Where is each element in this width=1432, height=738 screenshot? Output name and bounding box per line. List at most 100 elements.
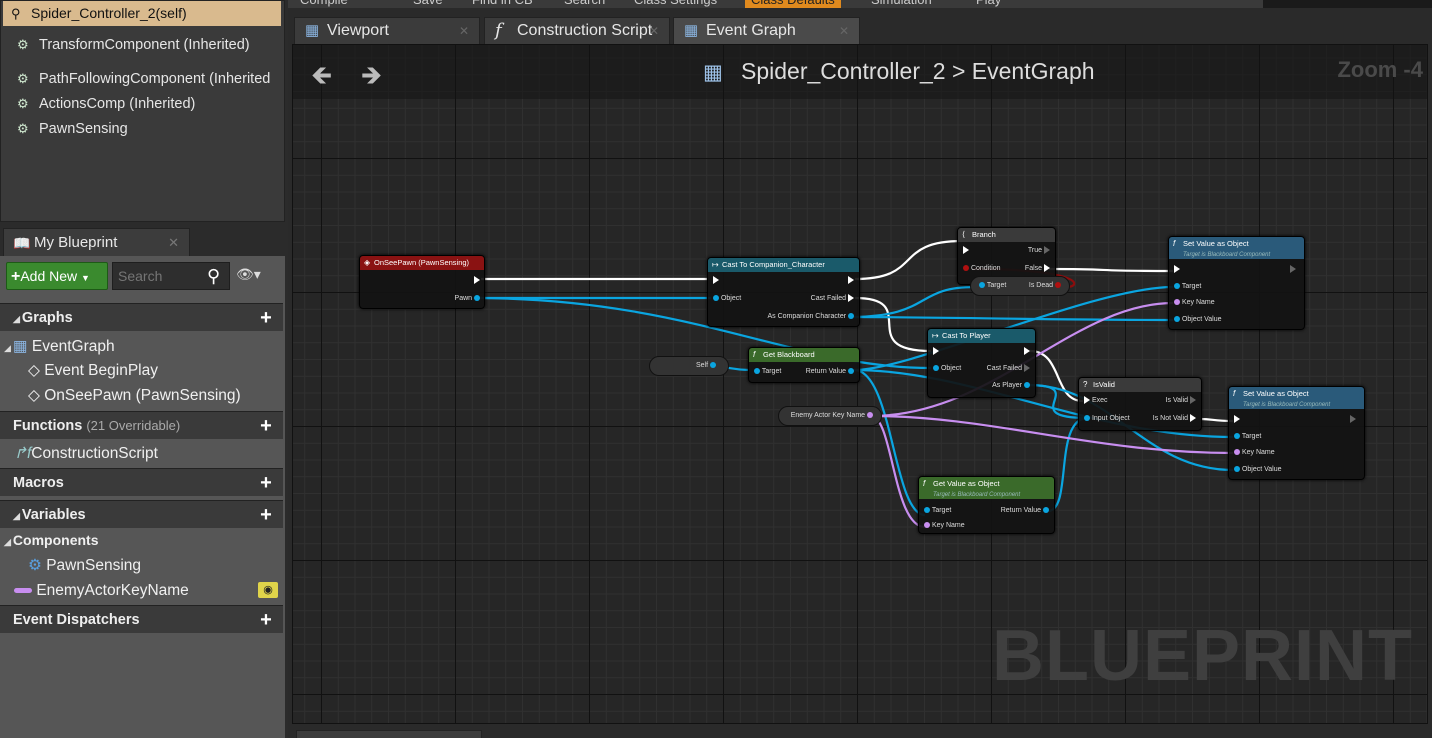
pin-return-value[interactable]: Return Value xyxy=(806,367,854,377)
graph-item-eventgraph[interactable]: ◢ ▦ EventGraph xyxy=(4,334,115,359)
exec-out-pin[interactable] xyxy=(1350,415,1356,425)
pin-object-value[interactable]: Object Value xyxy=(1234,465,1282,475)
add-new-button[interactable]: +Add New ▼ xyxy=(6,262,108,290)
pin-object[interactable]: Object xyxy=(713,294,741,304)
variable-item-enemyactorkeyname[interactable]: EnemyActorKeyName xyxy=(14,578,189,603)
pin-key-name[interactable]: Key Name xyxy=(924,521,965,531)
event-graph-canvas[interactable]: 🡸 🡺 ▦ Spider_Controller_2 > EventGraph Zo… xyxy=(292,44,1428,724)
function-item[interactable]: ↱fConstructionScript xyxy=(14,441,158,466)
plus-icon[interactable]: + xyxy=(257,416,275,436)
exec-in-pin[interactable] xyxy=(713,276,719,286)
pin-cast-failed[interactable]: Cast Failed xyxy=(811,294,854,304)
node-isvalid[interactable]: ? IsValid Exec Is Valid Input Object Is N… xyxy=(1078,377,1202,431)
pin-is-dead[interactable]: Is Dead xyxy=(1029,277,1061,295)
node-is-dead[interactable]: Target Is Dead xyxy=(970,276,1070,296)
tab-compiler-results[interactable] xyxy=(296,730,482,738)
pin-object[interactable]: Object xyxy=(933,364,961,374)
pin-input-object[interactable]: Input Object xyxy=(1084,414,1130,424)
component-self-row[interactable]: ⚲ Spider_Controller_2(self) xyxy=(3,1,281,26)
node-get-blackboard[interactable]: f Get Blackboard Target Return Value xyxy=(748,347,860,383)
plus-icon[interactable]: + xyxy=(257,505,275,525)
node-enemy-actor-key-name[interactable]: Enemy Actor Key Name xyxy=(778,406,882,426)
pin-is-valid[interactable]: Is Valid xyxy=(1166,396,1196,406)
pin-as-player[interactable]: As Player xyxy=(992,381,1030,391)
node-self[interactable]: Self xyxy=(649,356,729,376)
component-item[interactable]: ⚙ ActionsComp (Inherited) xyxy=(17,93,195,115)
close-icon[interactable]: ✕ xyxy=(459,18,469,44)
node-set-value-1[interactable]: f Set Value as Object Target is Blackboard… xyxy=(1168,236,1305,330)
tab-construction-script[interactable]: f Construction Script ✕ xyxy=(484,17,670,44)
pin-cast-failed[interactable]: Cast Failed xyxy=(987,364,1030,374)
component-item[interactable]: ⚙ PathFollowingComponent (Inherited xyxy=(17,68,270,90)
plus-icon[interactable]: + xyxy=(257,610,275,630)
pin-pawn[interactable]: Pawn xyxy=(455,294,480,304)
pin-return-value[interactable]: Return Value xyxy=(1001,506,1049,516)
graph-item-beginplay[interactable]: ◇ Event BeginPlay xyxy=(28,358,158,383)
pin-is-not-valid[interactable]: Is Not Valid xyxy=(1153,414,1196,424)
exec-in-pin[interactable] xyxy=(1174,265,1180,275)
save-button[interactable]: Save xyxy=(413,0,443,8)
close-icon[interactable]: ✕ xyxy=(839,18,849,44)
variable-item-pawnsensing[interactable]: ⚙ PawnSensing xyxy=(28,553,141,578)
plus-icon[interactable]: + xyxy=(257,308,275,328)
function-icon: f xyxy=(753,350,756,359)
close-icon[interactable]: ✕ xyxy=(649,18,659,44)
exec-in-pin[interactable] xyxy=(1234,415,1240,425)
pin-exec[interactable]: Exec xyxy=(1084,396,1108,406)
tab-label: Event Graph xyxy=(706,22,796,39)
pin-key-name[interactable]: Key Name xyxy=(1174,298,1215,308)
simulation-button[interactable]: Simulation xyxy=(871,0,932,8)
tab-event-graph[interactable]: ▦ Event Graph ✕ xyxy=(673,17,860,44)
exec-out-pin[interactable] xyxy=(1024,347,1030,357)
play-button[interactable]: Play xyxy=(976,0,1001,8)
pin-label: Return Value xyxy=(805,368,847,375)
pin-object-value[interactable]: Object Value xyxy=(1174,315,1222,325)
exec-out-pin[interactable] xyxy=(474,276,480,286)
pin-target[interactable]: Target xyxy=(1174,282,1201,292)
class-settings-button[interactable]: Class Settings xyxy=(634,0,717,8)
component-item[interactable]: ⚙ TransformComponent (Inherited) xyxy=(17,34,250,56)
compile-button[interactable]: Compile xyxy=(300,0,348,8)
pin-as-companion[interactable]: As Companion Character xyxy=(767,312,854,322)
section-variables[interactable]: ◢ Variables + xyxy=(0,500,283,528)
tab-viewport[interactable]: ▦ Viewport ✕ xyxy=(294,17,480,44)
node-cast-player[interactable]: ↦ Cast To Player Object Cast Failed As Pl… xyxy=(927,328,1036,398)
category-components[interactable]: ◢ Components xyxy=(4,528,98,553)
tab-my-blueprint[interactable]: 📖 My Blueprint ✕ xyxy=(3,228,190,256)
class-defaults-button[interactable]: Class Defaults xyxy=(745,0,841,8)
eye-toggle-icon[interactable]: ◉ xyxy=(258,582,278,598)
section-macros[interactable]: Macros + xyxy=(0,468,283,496)
section-event-dispatchers[interactable]: Event Dispatchers + xyxy=(0,605,283,633)
exec-in-pin[interactable] xyxy=(933,347,939,357)
node-header: ↦ Cast To Companion_Character xyxy=(708,258,859,272)
exec-out-pin[interactable] xyxy=(1290,265,1296,275)
node-get-value[interactable]: f Get Value as Object Target is Blackboard… xyxy=(918,476,1055,534)
find-in-cb-button[interactable]: Find in CB xyxy=(472,0,533,8)
node-set-value-2[interactable]: f Set Value as Object Target is Blackboard… xyxy=(1228,386,1365,480)
exec-out-pin[interactable] xyxy=(848,276,854,286)
section-functions[interactable]: Functions (21 Overridable) + xyxy=(0,411,283,439)
pin-false[interactable]: False xyxy=(1025,264,1050,274)
pin-target[interactable]: Target xyxy=(924,506,951,516)
node-cast-companion[interactable]: ↦ Cast To Companion_Character Object Cast… xyxy=(707,257,860,327)
pin-key-name[interactable]: Key Name xyxy=(1234,448,1275,458)
exec-in-pin[interactable] xyxy=(963,246,969,256)
pin-true[interactable]: True xyxy=(1028,246,1050,256)
pin-target[interactable]: Target xyxy=(1234,432,1261,442)
component-item[interactable]: ⚙ PawnSensing xyxy=(17,118,128,140)
node-onseepawn[interactable]: ◈ OnSeePawn (PawnSensing) Pawn xyxy=(359,255,485,309)
search-icon[interactable]: ⚲ xyxy=(207,266,227,286)
section-graphs[interactable]: ◢ Graphs + xyxy=(0,303,283,331)
pin-condition[interactable]: Condition xyxy=(963,264,1001,274)
section-label: Functions xyxy=(13,418,83,434)
search-button[interactable]: Search xyxy=(564,0,605,8)
pin-self[interactable]: Self xyxy=(696,357,716,375)
pin-key-name[interactable]: Enemy Actor Key Name xyxy=(791,407,873,425)
graph-item-onseepawn[interactable]: ◇ OnSeePawn (PawnSensing) xyxy=(28,383,241,408)
section-label: Variables xyxy=(21,507,86,523)
pin-target[interactable]: Target xyxy=(754,367,781,377)
close-icon[interactable]: ✕ xyxy=(168,229,179,257)
pin-label: Object Value xyxy=(1181,316,1222,323)
plus-icon[interactable]: + xyxy=(257,473,275,493)
eye-icon[interactable]: 👁▾ xyxy=(236,266,261,283)
